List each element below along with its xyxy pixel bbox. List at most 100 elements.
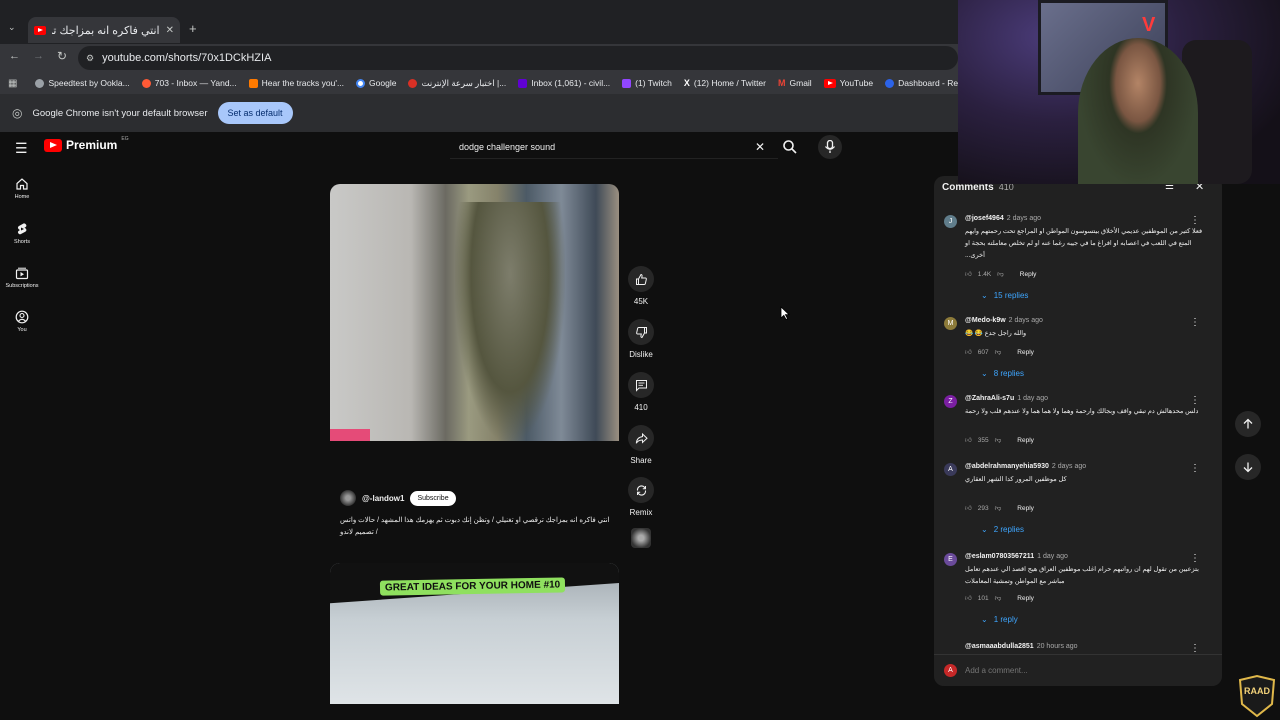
dislike-button[interactable]: Dislike [625,319,657,359]
short-video-frame[interactable] [330,184,619,441]
comment-author[interactable]: @ZahraAli-s7u 1 day ago [965,395,1048,402]
soundcloud-icon [248,78,258,88]
reply-button[interactable]: Reply [1017,349,1034,356]
nav-subscriptions[interactable]: Subscriptions [0,266,44,289]
dislike-comment-icon[interactable]: 👎︎ [995,348,1002,356]
next-short-player[interactable]: GREAT IDEAS FOR YOUR HOME #10 [330,563,619,704]
comment-avatar[interactable]: Z [944,395,957,408]
tab-title: انتي فاكره انه بمزاجك ترقصي او تـ [52,24,160,37]
site-info-icon[interactable]: ⚙ [86,53,94,64]
subscribe-button[interactable]: Subscribe [410,490,456,506]
bookmark-soundcloud[interactable]: Hear the tracks you'... [243,78,350,88]
bookmark-speed-test-arabic[interactable]: اختبار سرعة الإنترنت |... [402,78,512,89]
more-options-icon[interactable]: ⋮ [1190,395,1200,406]
comment-time: 1 day ago [1037,553,1068,560]
search-icon[interactable] [782,139,798,160]
reply-button[interactable]: Reply [1017,595,1034,602]
webcam-overlay: V [958,0,1280,184]
channel-name[interactable]: @-landow1 [362,494,404,503]
comment-author[interactable]: @abdelrahmanyehia5930 2 days ago [965,463,1086,470]
comment-time: 2 days ago [1051,463,1087,470]
like-comment-icon[interactable]: 👍︎ [965,348,972,356]
comment-author[interactable]: @eslam07803567211 1 day ago [965,553,1068,560]
more-options-icon[interactable]: ⋮ [1190,215,1200,226]
dislike-comment-icon[interactable]: 👎︎ [997,270,1004,278]
comment-author[interactable]: @asmaaabdulla2851 20 hours ago [965,643,1078,650]
back-arrow-icon[interactable]: ← [9,50,20,62]
hamburger-menu-icon[interactable]: ☰ [15,140,28,157]
thumbs-up-icon [628,266,654,292]
nav-shorts[interactable]: Shorts [0,222,44,245]
search-input[interactable] [459,142,749,152]
next-short-button[interactable] [1235,454,1261,480]
reply-button[interactable]: Reply [1020,271,1037,278]
short-description: انتي فاكره انه بمزاجك ترقصي او تغنيلي / … [340,517,610,536]
nav-you[interactable]: You [0,310,44,333]
youtube-premium-logo[interactable]: Premium EG [44,136,129,152]
search-box [450,136,778,159]
nav-home[interactable]: Home [0,177,44,200]
comment-author[interactable]: @Medo-k9w 2 days ago [965,317,1043,324]
like-comment-icon[interactable]: 👍︎ [965,594,972,602]
bookmark-youtube[interactable]: YouTube [818,78,879,88]
bookmark-speedtest[interactable]: Speedtest by Ookla... [29,78,135,88]
more-options-icon[interactable]: ⋮ [1190,463,1200,474]
share-button[interactable]: Share [625,425,657,465]
add-comment-input[interactable] [965,666,1185,675]
apps-grid-icon[interactable]: ▦ [8,78,17,89]
short-player[interactable]: @-landow1 Subscribe انتي فاكره انه بمزاج… [330,184,619,552]
bookmark-yahoo-inbox[interactable]: Inbox (1,061) - civil... [512,78,616,88]
like-comment-icon[interactable]: 👍︎ [965,436,972,444]
more-options-icon[interactable]: ⋮ [1190,553,1200,564]
reply-button[interactable]: Reply [1017,505,1034,512]
reload-icon[interactable]: ↻ [57,49,67,63]
comment-text: فعلا كتير من الموظفين عديمي الأخلاق بيتس… [965,228,1203,259]
sound-thumbnail [631,528,651,548]
more-options-icon[interactable]: ⋮ [1190,317,1200,328]
dislike-comment-icon[interactable]: 👎︎ [995,436,1002,444]
comment-avatar[interactable]: M [944,317,957,330]
view-replies-button[interactable]: ⌄ 1 reply [981,615,1018,624]
close-tab-icon[interactable]: ✕ [166,25,174,36]
comment-actions: 👍︎ 607 👎︎ Reply [965,348,1034,357]
comment-author[interactable]: @josef4964 2 days ago [965,215,1041,222]
bookmark-gmail[interactable]: M Gmail [772,78,818,88]
remix-button[interactable]: Remix [625,477,657,517]
view-replies-button[interactable]: ⌄ 15 replies [981,291,1028,300]
comment-avatar[interactable]: E [944,553,957,566]
new-tab-icon[interactable]: + [189,21,197,36]
dislike-comment-icon[interactable]: 👎︎ [995,594,1002,602]
like-button[interactable]: 45K [625,266,657,306]
previous-short-button[interactable] [1235,411,1261,437]
bookmark-twitter[interactable]: X (12) Home / Twitter [678,78,772,88]
forward-arrow-icon[interactable]: → [33,50,44,62]
comment-actions: 👍︎ 293 👎︎ Reply [965,504,1034,513]
tab-search-icon[interactable]: ⌄ [8,22,16,33]
comments-button[interactable]: 410 [625,372,657,412]
nav-you-label: You [17,327,27,333]
comment-time: 1 day ago [1017,395,1048,402]
view-replies-button[interactable]: ⌄ 8 replies [981,369,1024,378]
subscriptions-icon [15,266,29,280]
voice-search-icon[interactable] [818,135,842,159]
more-options-icon[interactable]: ⋮ [1190,643,1200,654]
comment-avatar[interactable]: J [944,215,957,228]
clear-search-icon[interactable]: ✕ [755,140,765,154]
like-comment-icon[interactable]: 👍︎ [965,270,972,278]
like-comment-icon[interactable]: 👍︎ [965,504,972,512]
bookmark-twitch[interactable]: (1) Twitch [616,78,678,88]
reply-button[interactable]: Reply [1017,437,1034,444]
dislike-comment-icon[interactable]: 👎︎ [995,504,1002,512]
bookmark-google[interactable]: Google [350,78,402,88]
browser-tab[interactable]: انتي فاكره انه بمزاجك ترقصي او تـ ✕ [28,17,180,43]
infobar-text: Google Chrome isn't your default browser [32,107,208,119]
neon-logo-icon: V [1142,14,1156,36]
channel-avatar[interactable] [340,490,356,506]
bookmark-yandex-inbox[interactable]: 703 - Inbox — Yand... [136,78,243,88]
you-icon [15,310,29,324]
sound-avatar-button[interactable] [625,528,657,553]
address-bar[interactable]: ⚙ youtube.com/shorts/70x1DCkHZIA [78,46,958,70]
view-replies-button[interactable]: ⌄ 2 replies [981,525,1024,534]
comment-avatar[interactable]: A [944,463,957,476]
set-as-default-button[interactable]: Set as default [217,102,293,124]
